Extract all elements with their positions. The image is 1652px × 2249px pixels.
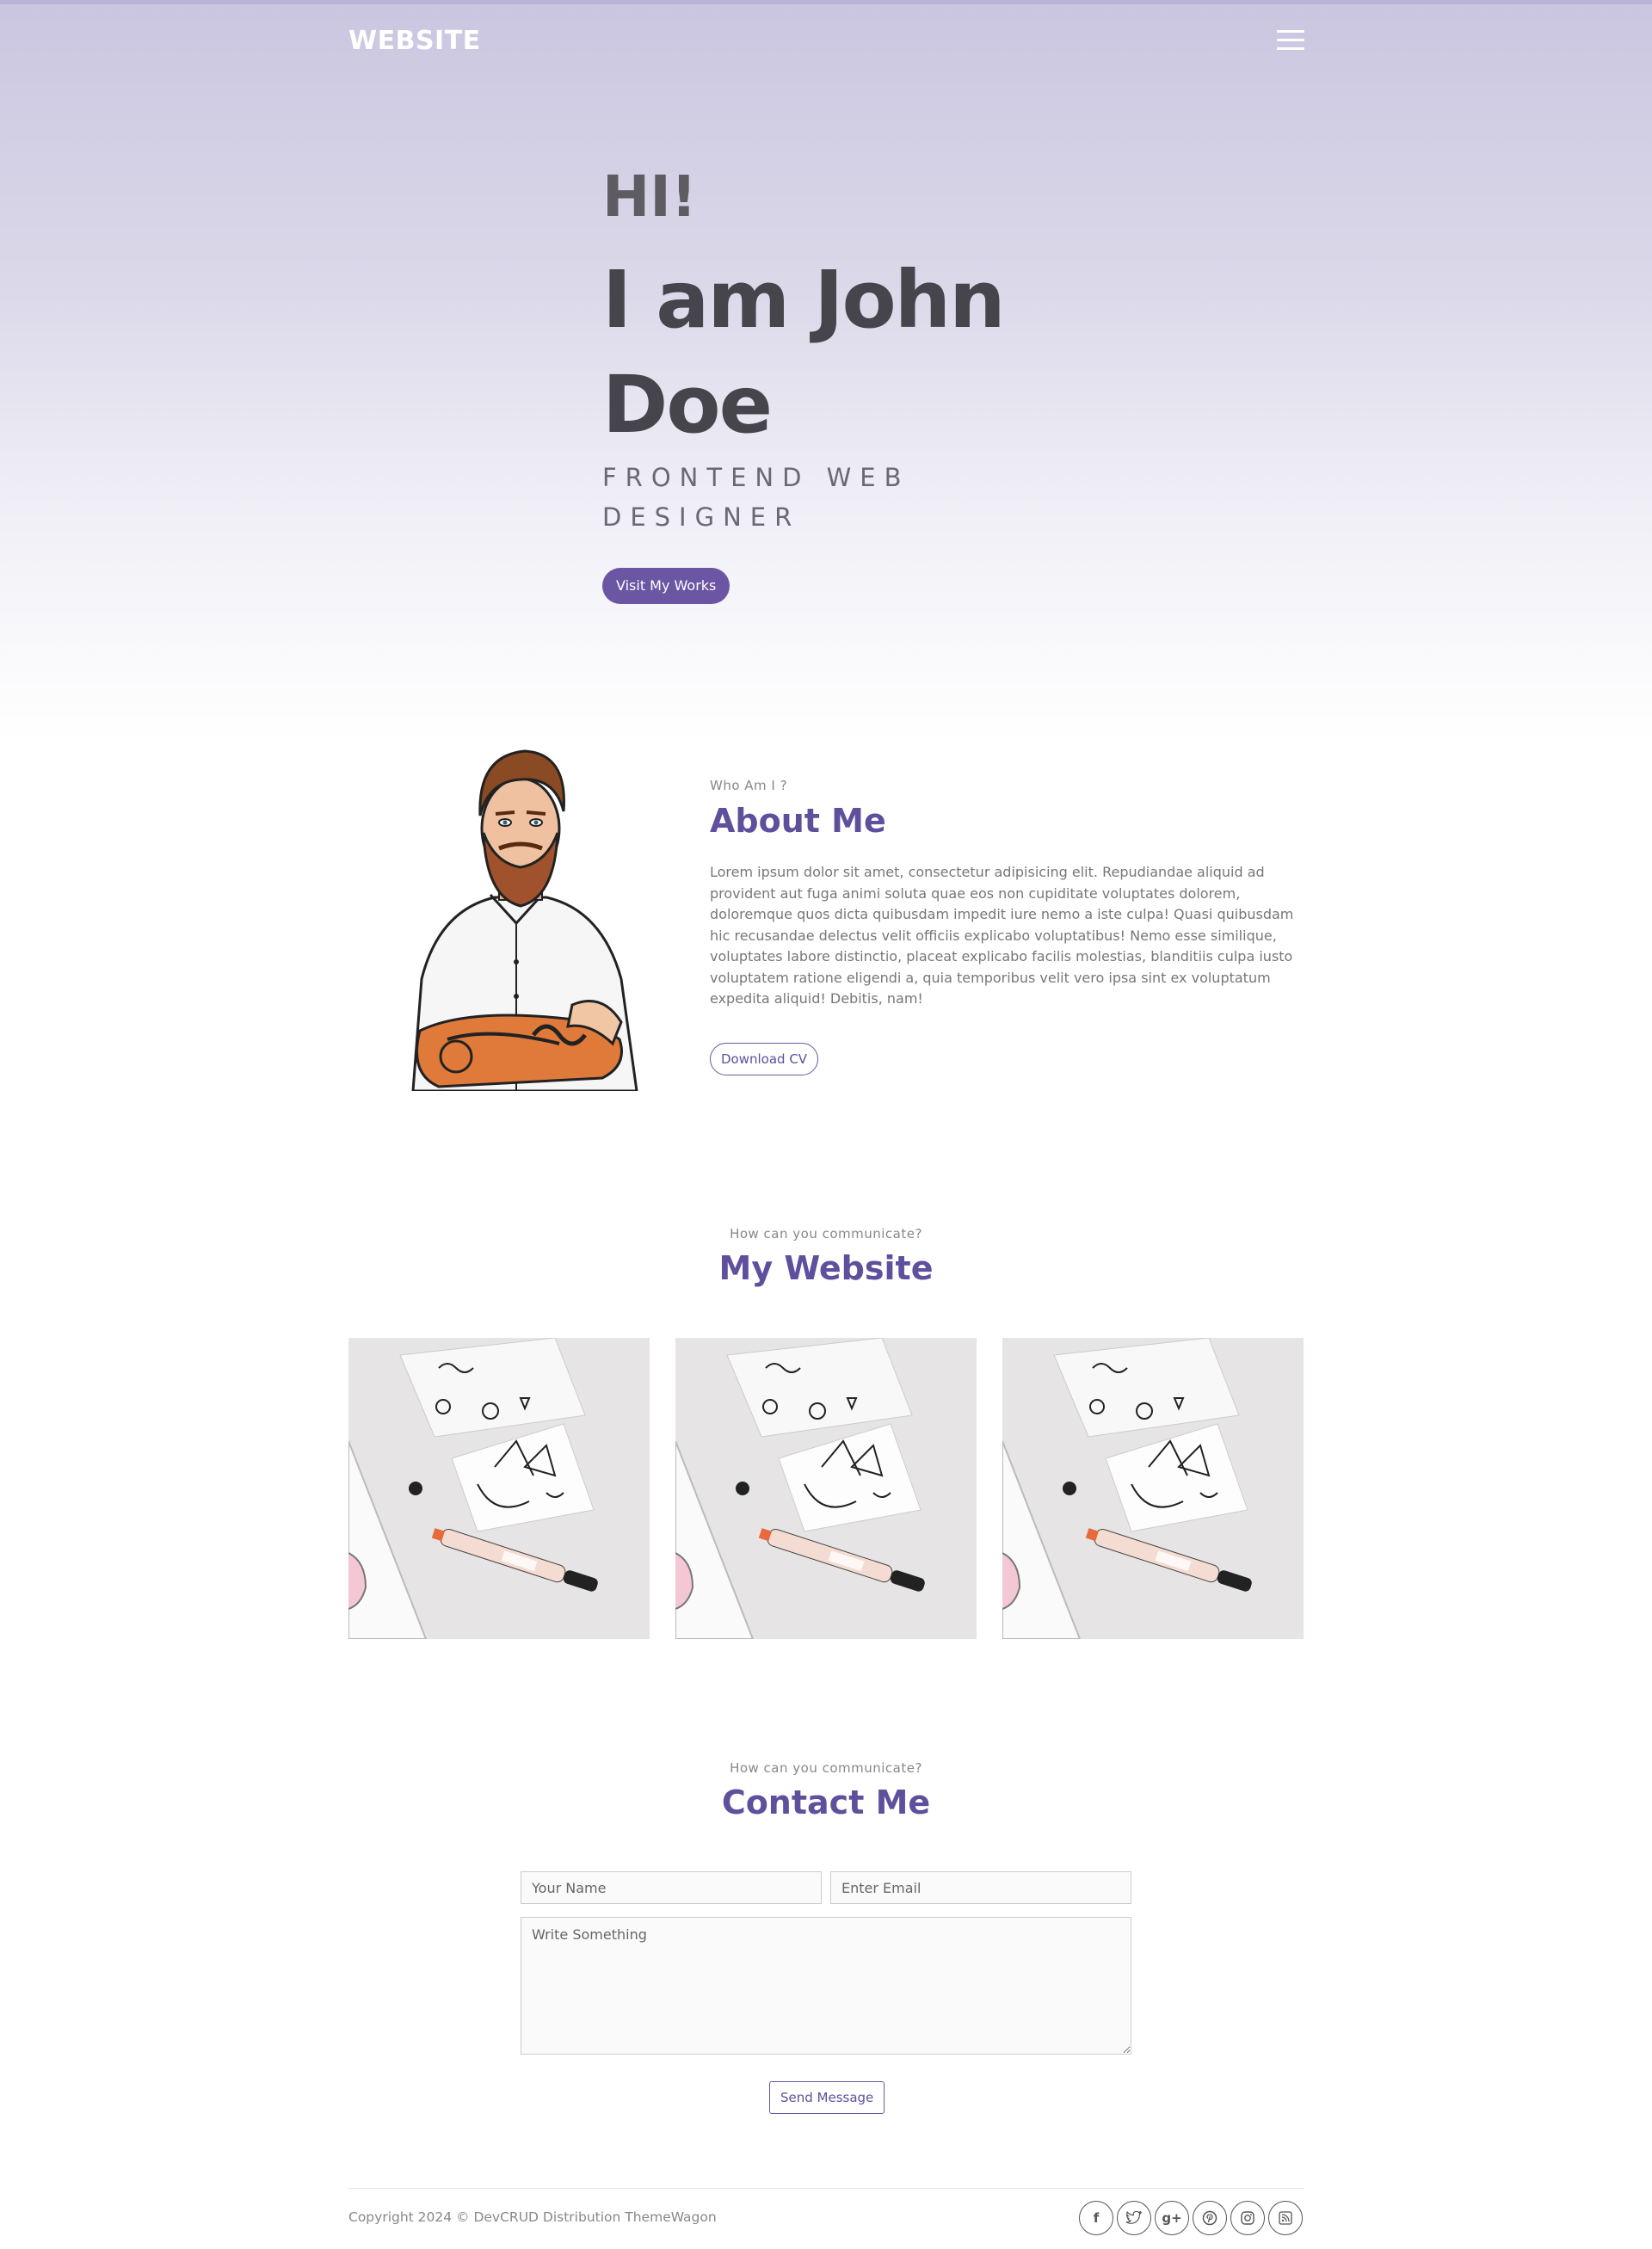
about-eyebrow: Who Am I ? (710, 778, 788, 793)
portfolio-image (1002, 1338, 1304, 1639)
website-eyebrow: How can you communicate? (730, 1226, 922, 1242)
brand-logo[interactable]: WEBSITE (348, 26, 481, 56)
portfolio-card[interactable] (1002, 1338, 1304, 1639)
visit-my-works-button[interactable]: Visit My Works (602, 568, 730, 604)
portfolio-card[interactable] (348, 1338, 650, 1639)
twitter-icon[interactable] (1117, 2201, 1151, 2235)
top-accent-bar (0, 0, 1652, 4)
rss-icon[interactable] (1268, 2201, 1303, 2235)
portfolio-image (348, 1338, 650, 1639)
email-input[interactable] (830, 1871, 1131, 1904)
footer-copyright: Copyright 2024 © DevCRUD Distribution Th… (348, 2209, 717, 2225)
download-cv-button[interactable]: Download CV (710, 1043, 819, 1075)
send-message-button[interactable]: Send Message (769, 2081, 885, 2114)
about-title: About Me (710, 802, 886, 840)
name-input[interactable] (521, 1871, 822, 1904)
hero-greeting: HI! (602, 163, 697, 230)
about-description: Lorem ipsum dolor sit amet, consectetur … (710, 864, 1294, 1007)
website-title: My Website (718, 1249, 934, 1287)
message-textarea[interactable] (521, 1917, 1131, 2055)
contact-title: Contact Me (721, 1784, 931, 1821)
facebook-icon[interactable]: f (1079, 2201, 1113, 2235)
hamburger-menu-icon[interactable] (1277, 30, 1304, 52)
portfolio-card[interactable] (675, 1338, 977, 1639)
pinterest-icon[interactable] (1193, 2201, 1227, 2235)
google-plus-icon[interactable]: g+ (1155, 2201, 1189, 2235)
avatar-illustration (387, 747, 654, 1093)
social-links: f g+ (1079, 2201, 1303, 2235)
hero-role: FRONTEND WEB DESIGNER (602, 463, 910, 532)
portfolio-image (675, 1338, 977, 1639)
footer-divider (348, 2188, 1304, 2189)
hero-name: I am John Doe (602, 254, 1006, 451)
contact-eyebrow: How can you communicate? (730, 1760, 922, 1776)
instagram-icon[interactable] (1230, 2201, 1265, 2235)
